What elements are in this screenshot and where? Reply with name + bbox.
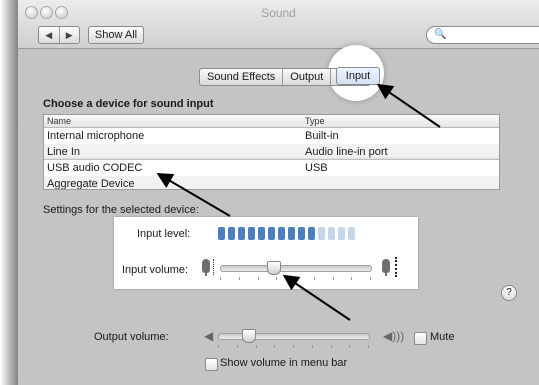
input-level-segment — [328, 227, 335, 240]
slider-tick — [370, 277, 371, 280]
window-title: Sound — [261, 6, 296, 20]
slider-tick — [332, 277, 334, 280]
slider-tick — [311, 345, 313, 348]
input-volume-label: Input volume: — [122, 264, 189, 276]
help-button[interactable]: ? — [501, 285, 517, 301]
slider-tick — [255, 345, 257, 348]
slider-tick — [220, 277, 221, 280]
slider-tick — [276, 277, 278, 280]
input-level-label: Input level: — [137, 228, 191, 240]
table-header: Name Type — [44, 115, 499, 128]
output-volume-label: Output volume: — [94, 331, 169, 343]
mute-checkbox[interactable] — [414, 332, 427, 345]
device-row[interactable]: Aggregate Device — [44, 176, 499, 190]
device-row[interactable]: Line In Audio line-in port — [44, 144, 499, 160]
slider-tick — [368, 345, 369, 348]
device-type: Built-in — [305, 130, 339, 142]
speaker-low-icon: ◀ — [204, 329, 214, 343]
tab-input[interactable]: Input — [336, 67, 380, 85]
device-name: Aggregate Device — [47, 178, 135, 190]
slider-tick — [351, 277, 353, 280]
device-name: Line In — [47, 146, 81, 158]
title-bar: Sound ◀ ▶ Show All 🔍 — [18, 0, 539, 49]
speaker-high-icon: ◀))) — [383, 329, 405, 343]
settings-label: Settings for the selected device: — [43, 204, 199, 216]
device-row-selected[interactable]: USB audio CODEC USB — [44, 159, 499, 177]
output-volume-track[interactable] — [218, 333, 370, 340]
input-level-segment — [218, 227, 225, 240]
device-list-heading: Choose a device for sound input — [43, 98, 214, 110]
input-level-meter — [218, 227, 355, 240]
column-header-type[interactable]: Type — [305, 115, 325, 127]
input-level-segment — [308, 227, 315, 240]
forward-icon[interactable]: ▶ — [60, 27, 80, 43]
device-name: USB audio CODEC — [47, 162, 143, 174]
slider-tick — [257, 277, 259, 280]
tab-output[interactable]: Output — [283, 69, 332, 85]
input-level-segment — [268, 227, 275, 240]
device-table: Name Type Internal microphone Built-in L… — [43, 114, 500, 190]
slider-tick — [313, 277, 315, 280]
back-icon[interactable]: ◀ — [39, 27, 60, 43]
slider-tick — [218, 345, 219, 348]
search-field[interactable]: 🔍 — [426, 26, 539, 44]
input-level-segment — [248, 227, 255, 240]
tab-sound-effects[interactable]: Sound Effects — [200, 69, 284, 85]
show-volume-label: Show volume in menu bar — [220, 357, 348, 369]
slider-tick — [238, 277, 240, 280]
device-row[interactable]: Internal microphone Built-in — [44, 128, 499, 144]
slider-tick — [236, 345, 238, 348]
input-level-segment — [338, 227, 345, 240]
volume-low-dots — [213, 259, 216, 275]
column-header-name[interactable]: Name — [47, 115, 71, 127]
input-level-segment — [348, 227, 355, 240]
volume-high-dots — [395, 257, 399, 277]
input-level-segment — [318, 227, 325, 240]
device-type: USB — [305, 162, 328, 174]
show-volume-checkbox[interactable] — [205, 358, 218, 371]
back-forward-control: ◀ ▶ — [38, 26, 80, 44]
input-volume-track[interactable] — [220, 265, 372, 272]
input-volume-slider-knob[interactable] — [266, 261, 281, 275]
device-type: Audio line-in port — [305, 146, 388, 158]
input-level-segment — [258, 227, 265, 240]
output-volume-slider-knob[interactable] — [242, 329, 256, 343]
slider-tick — [295, 277, 296, 280]
input-level-segment — [298, 227, 305, 240]
input-level-segment — [228, 227, 235, 240]
input-settings-callout: Input level: Input volume: — [114, 217, 418, 289]
search-icon: 🔍 — [434, 29, 447, 40]
device-name: Internal microphone — [47, 130, 145, 142]
show-all-button[interactable]: Show All — [88, 26, 144, 44]
slider-tick — [330, 345, 332, 348]
microphone-high-icon — [382, 259, 390, 276]
microphone-low-icon — [202, 259, 210, 276]
slider-tick — [349, 345, 351, 348]
slider-tick — [274, 345, 276, 348]
input-level-segment — [288, 227, 295, 240]
slider-tick — [293, 345, 294, 348]
input-level-segment — [238, 227, 245, 240]
input-level-segment — [278, 227, 285, 240]
mute-label: Mute — [430, 331, 455, 343]
